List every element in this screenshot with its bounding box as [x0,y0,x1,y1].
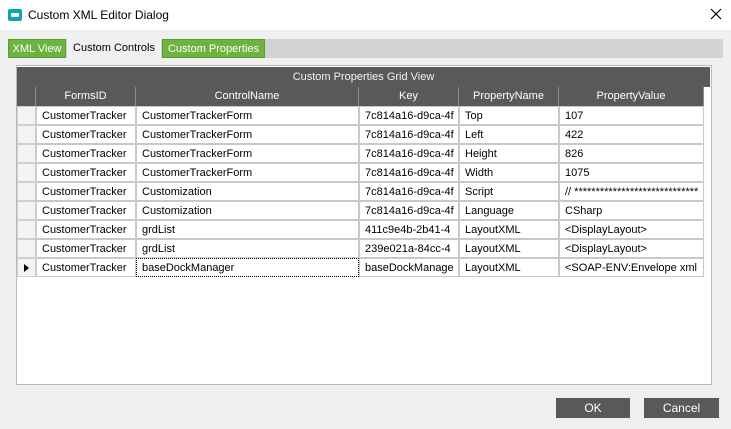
row-selector[interactable] [17,182,36,201]
cell-propertyvalue[interactable]: 422 [559,125,704,144]
grid-title: Custom Properties Grid View [17,67,710,87]
cell-propertyname[interactable]: Left [459,125,559,144]
cell-key[interactable]: 7c814a16-d9ca-4f [359,125,459,144]
cell-formsid[interactable]: CustomerTracker [36,144,136,163]
current-row-arrow-icon [24,264,29,272]
cell-controlname[interactable]: CustomerTrackerForm [136,163,359,182]
row-selector[interactable] [17,125,36,144]
column-header-controlname[interactable]: ControlName [136,87,359,106]
cell-formsid[interactable]: CustomerTracker [36,239,136,258]
tab-custom-controls[interactable]: Custom Controls [67,39,161,58]
cell-key[interactable]: 7c814a16-d9ca-4f [359,182,459,201]
cell-propertyname[interactable]: LayoutXML [459,258,559,277]
row-selector-header [17,87,36,106]
tab-custom-properties[interactable]: Custom Properties [162,39,265,58]
window-title: Custom XML Editor Dialog [28,8,169,22]
cell-formsid[interactable]: CustomerTracker [36,182,136,201]
cell-controlname[interactable]: Customization [136,201,359,220]
cell-propertyvalue[interactable]: <DisplayLayout> [559,239,704,258]
cell-propertyname[interactable]: Language [459,201,559,220]
row-selector[interactable] [17,163,36,182]
row-selector[interactable] [17,201,36,220]
cell-controlname[interactable]: CustomerTrackerForm [136,106,359,125]
cell-key[interactable]: 7c814a16-d9ca-4f [359,106,459,125]
ok-button[interactable]: OK [556,398,630,418]
title-bar: Custom XML Editor Dialog [0,0,731,30]
cell-controlname[interactable]: Customization [136,182,359,201]
cell-key[interactable]: 411c9e4b-2b41-4 [359,220,459,239]
cell-propertyvalue[interactable]: <SOAP-ENV:Envelope xml [559,258,704,277]
app-icon [8,9,22,21]
close-icon[interactable] [705,3,727,25]
cell-propertyvalue[interactable]: 1075 [559,163,704,182]
cell-controlname[interactable]: grdList [136,239,359,258]
cell-key[interactable]: baseDockManage [359,258,459,277]
cell-propertyvalue[interactable]: CSharp [559,201,704,220]
cell-formsid[interactable]: CustomerTracker [36,163,136,182]
cell-key[interactable]: 7c814a16-d9ca-4f [359,163,459,182]
row-selector[interactable] [17,239,36,258]
row-selector[interactable] [17,106,36,125]
cell-propertyname[interactable]: LayoutXML [459,220,559,239]
cell-controlname[interactable]: baseDockManager [136,258,359,277]
cell-propertyvalue[interactable]: 107 [559,106,704,125]
tab-xml-view[interactable]: XML View [8,39,66,58]
cell-propertyname[interactable]: Width [459,163,559,182]
cell-propertyname[interactable]: Script [459,182,559,201]
cell-key[interactable]: 7c814a16-d9ca-4f [359,201,459,220]
column-header-formsid[interactable]: FormsID [36,87,136,106]
cell-propertyvalue[interactable]: // ***************************** [559,182,704,201]
cell-controlname[interactable]: CustomerTrackerForm [136,144,359,163]
cell-propertyname[interactable]: Height [459,144,559,163]
cell-key[interactable]: 7c814a16-d9ca-4f [359,144,459,163]
cell-propertyname[interactable]: Top [459,106,559,125]
column-header-key[interactable]: Key [359,87,459,106]
cancel-button[interactable]: Cancel [644,398,719,418]
cell-formsid[interactable]: CustomerTracker [36,125,136,144]
row-selector[interactable] [17,258,36,277]
cell-key[interactable]: 239e021a-84cc-4 [359,239,459,258]
cell-propertyvalue[interactable]: <DisplayLayout> [559,220,704,239]
row-selector[interactable] [17,144,36,163]
cell-propertyvalue[interactable]: 826 [559,144,704,163]
column-header-propertyname[interactable]: PropertyName [459,87,559,106]
cell-controlname[interactable]: CustomerTrackerForm [136,125,359,144]
cell-controlname[interactable]: grdList [136,220,359,239]
cell-formsid[interactable]: CustomerTracker [36,220,136,239]
row-selector[interactable] [17,220,36,239]
cell-formsid[interactable]: CustomerTracker [36,258,136,277]
cell-formsid[interactable]: CustomerTracker [36,106,136,125]
cell-formsid[interactable]: CustomerTracker [36,201,136,220]
column-header-propertyvalue[interactable]: PropertyValue [559,87,704,106]
cell-propertyname[interactable]: LayoutXML [459,239,559,258]
